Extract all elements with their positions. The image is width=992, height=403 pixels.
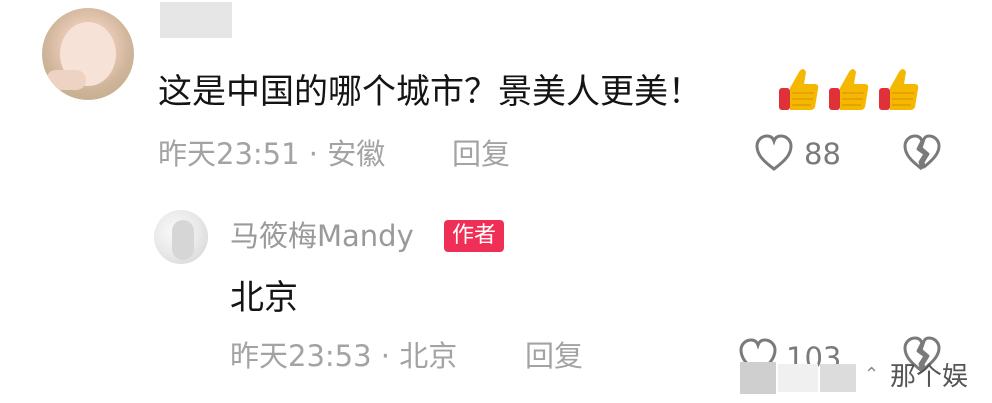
reply-button[interactable]: 回复 (525, 338, 583, 374)
like-count: 88 (804, 137, 841, 171)
watermark-blur-block (778, 364, 818, 392)
author-avatar[interactable] (154, 210, 208, 264)
comment-timestamp-location: 昨天23:51 · 安徽 (158, 137, 386, 171)
comment-text: 这是中国的哪个城市？景美人更美！ (158, 72, 702, 112)
commenter-avatar[interactable] (42, 8, 134, 100)
author-username[interactable]: 马筱梅Mandy (230, 218, 414, 254)
reply-button[interactable]: 回复 (452, 136, 510, 172)
reply-timestamp-location: 昨天23:53 · 北京 (230, 339, 458, 373)
thumbs-up-icon (779, 69, 819, 110)
broken-heart-icon[interactable] (902, 134, 942, 172)
thumbs-up-icon (879, 69, 919, 110)
author-badge: 作者 (444, 220, 505, 252)
watermark-text: 那个娱 (890, 362, 969, 392)
avatar-hand (46, 70, 86, 90)
watermark-blur-block (740, 362, 776, 394)
commenter-username-redacted[interactable] (160, 2, 232, 38)
watermark-arrow-icon: ⌃ (864, 364, 880, 385)
heart-icon[interactable] (754, 134, 794, 172)
avatar-figure (172, 220, 194, 260)
reply-text: 北京 (230, 278, 298, 318)
watermark-blur-block (820, 364, 856, 392)
watermark: ⌃ 那个娱 (740, 358, 992, 398)
thumbs-up-icon (829, 69, 869, 110)
